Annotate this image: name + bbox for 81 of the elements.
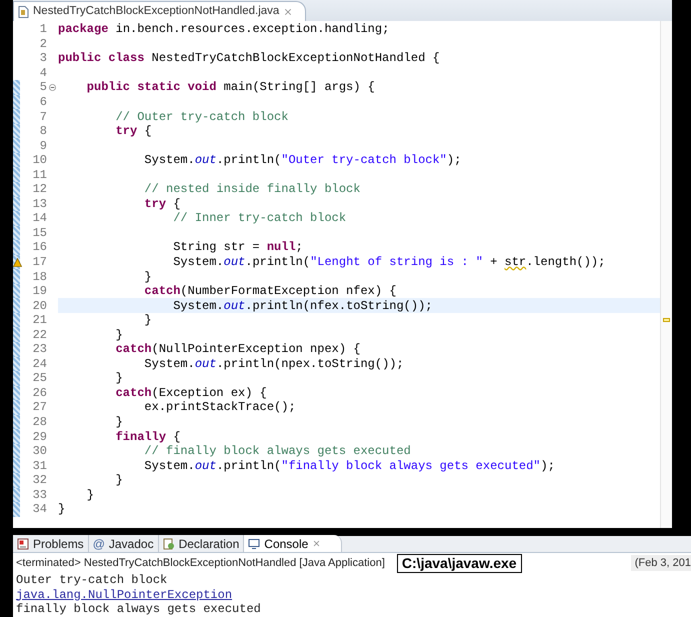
line-number: 20: [32, 300, 47, 312]
close-icon[interactable]: [312, 539, 322, 548]
monitor-icon: [248, 538, 260, 550]
line-number: 29: [32, 430, 47, 443]
code-line: ex.printStackTrace();: [143, 400, 297, 415]
line-number: 26: [32, 386, 47, 399]
code-line: }: [58, 502, 66, 517]
view-tab[interactable]: Console: [244, 535, 342, 552]
line-number: 30: [32, 445, 47, 458]
close-icon[interactable]: [283, 6, 294, 16]
code-line: System.out.println(npex.toString());: [143, 356, 405, 372]
line-number: 22: [32, 328, 47, 341]
line-number: 1: [40, 23, 47, 36]
line-number: 3: [40, 52, 47, 64]
line-number: 27: [32, 401, 47, 414]
line-number: 2: [40, 38, 47, 50]
code-line: }: [114, 414, 124, 430]
problems-icon: [17, 538, 29, 550]
code-line: try {: [114, 124, 153, 138]
code-line: // nested inside finally block: [143, 182, 362, 197]
code-line: catch(Exception ex) {: [114, 386, 268, 400]
line-number: 15: [32, 226, 47, 239]
code-line: }: [114, 327, 124, 342]
line-number: 17: [32, 256, 47, 268]
code-line: package in.bench.resources.exception.handling;: [58, 22, 390, 37]
line-number: 31: [32, 460, 47, 472]
view-tab[interactable]: Problems: [13, 535, 89, 552]
line-number: 24: [32, 358, 47, 370]
line-number: 6: [40, 96, 47, 108]
code-line: // Outer try-catch block: [114, 109, 290, 124]
code-line: catch(NumberFormatException nfex) {: [143, 284, 398, 298]
line-number: 11: [32, 168, 47, 181]
code-line: System.out.println("finally block always gets executed");: [143, 458, 556, 473]
console-header: <terminated> NestedTryCatchBlockExceptionNotHandled [Java Application]: [15, 556, 385, 571]
code-line: // finally block always gets executed: [143, 444, 412, 458]
line-number: 21: [32, 314, 47, 326]
code-line: String str = null;: [172, 240, 304, 255]
java-file-icon: [18, 6, 29, 18]
line-number: 12: [32, 183, 47, 196]
javadoc-icon: @: [92, 538, 105, 550]
warning-marker[interactable]: [663, 318, 670, 322]
line-number: 23: [32, 343, 47, 356]
line-number: 9: [40, 140, 47, 152]
code-line: // Inner try-catch block: [172, 211, 348, 226]
console-link[interactable]: java.lang.NullPointerException: [16, 588, 232, 602]
code-line: }: [143, 312, 153, 328]
line-number: 28: [32, 416, 47, 428]
code-line: }: [143, 269, 153, 284]
code-line: }: [114, 472, 124, 488]
view-tab[interactable]: Declaration: [158, 535, 244, 552]
line-number: 16: [32, 241, 47, 254]
line-number: 18: [32, 270, 47, 283]
line-number: 10: [32, 154, 47, 166]
line-number: 5: [40, 81, 47, 94]
console-output: Outer try-catch block: [16, 573, 168, 588]
code-line: public static void main(String[] args) {: [86, 80, 376, 95]
line-number: 7: [40, 110, 47, 123]
code-line: System.out.println("Lenght of string is : " + str.length());: [172, 254, 606, 270]
line-number: 25: [32, 372, 47, 384]
view-tab[interactable]: @ Javadoc: [88, 535, 159, 552]
line-number: 14: [32, 212, 47, 224]
line-number: 13: [32, 198, 47, 210]
code-line: try {: [143, 196, 182, 212]
line-number: 34: [32, 503, 47, 516]
launch-date: (Feb 3, 201: [630, 554, 691, 572]
code-line: catch(NullPointerException npex) {: [114, 342, 362, 357]
line-number: 32: [32, 474, 47, 486]
code-line: }: [114, 371, 124, 386]
code-line: finally {: [114, 429, 182, 444]
code-line: }: [86, 488, 96, 502]
editor-tab[interactable]: NestedTryCatchBlockExceptionNotHandled.java: [13, 1, 306, 21]
line-number: 33: [32, 488, 47, 501]
console-output: finally block always gets executed: [16, 602, 261, 616]
path-label: C:\java\javaw.exe: [396, 554, 522, 572]
code-line: System.out.println("Outer try-catch block");: [143, 152, 462, 168]
line-number: 4: [40, 66, 47, 79]
line-number: 19: [32, 285, 47, 298]
fold-icon[interactable]: [49, 84, 56, 91]
line-number: 8: [40, 125, 47, 138]
declaration-icon: [162, 538, 175, 550]
code-line: public class NestedTryCatchBlockExceptionNotHandled {: [58, 51, 441, 66]
